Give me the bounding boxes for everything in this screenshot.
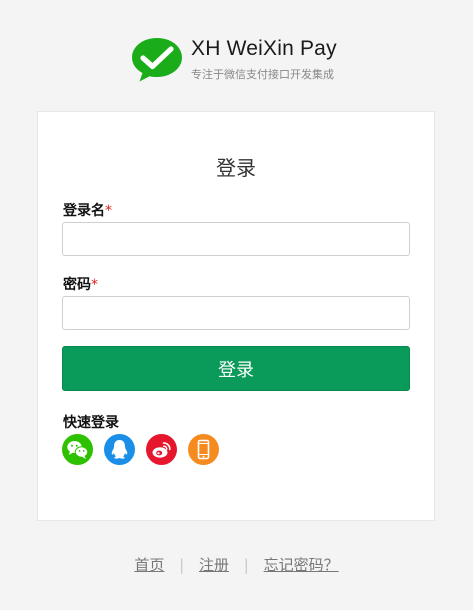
- password-label-text: 密码: [63, 277, 91, 293]
- footer-links: 首页 | 注册 | 忘记密码？: [0, 554, 473, 575]
- brand-subtitle: 专注于微信支付接口开发集成: [191, 68, 334, 81]
- register-link[interactable]: 注册: [199, 556, 229, 574]
- login-card: 登录 登录名* 密码* 登录 快速登录: [37, 111, 435, 521]
- home-link[interactable]: 首页: [134, 556, 164, 574]
- required-marker: *: [91, 277, 98, 293]
- login-button[interactable]: 登录: [62, 346, 410, 391]
- weibo-login-icon[interactable]: [146, 434, 177, 465]
- password-label: 密码*: [63, 274, 98, 294]
- qq-login-icon[interactable]: [104, 434, 135, 465]
- username-input[interactable]: [62, 222, 410, 256]
- username-label-text: 登录名: [63, 203, 105, 219]
- separator: |: [179, 556, 185, 574]
- forgot-password-link[interactable]: 忘记密码？: [264, 556, 339, 574]
- brand-title: XH WeiXin Pay: [191, 37, 337, 60]
- separator: |: [243, 556, 249, 574]
- wechat-login-icon[interactable]: [62, 434, 93, 465]
- quick-login-title: 快速登录: [63, 415, 119, 431]
- required-marker: *: [105, 203, 112, 219]
- brand-header: XH WeiXin Pay 专注于微信支付接口开发集成: [130, 36, 370, 86]
- login-title: 登录: [216, 156, 256, 180]
- wechat-pay-logo-icon: [132, 38, 182, 82]
- username-label: 登录名*: [63, 200, 112, 220]
- mobile-login-icon[interactable]: [188, 434, 219, 465]
- password-input[interactable]: [62, 296, 410, 330]
